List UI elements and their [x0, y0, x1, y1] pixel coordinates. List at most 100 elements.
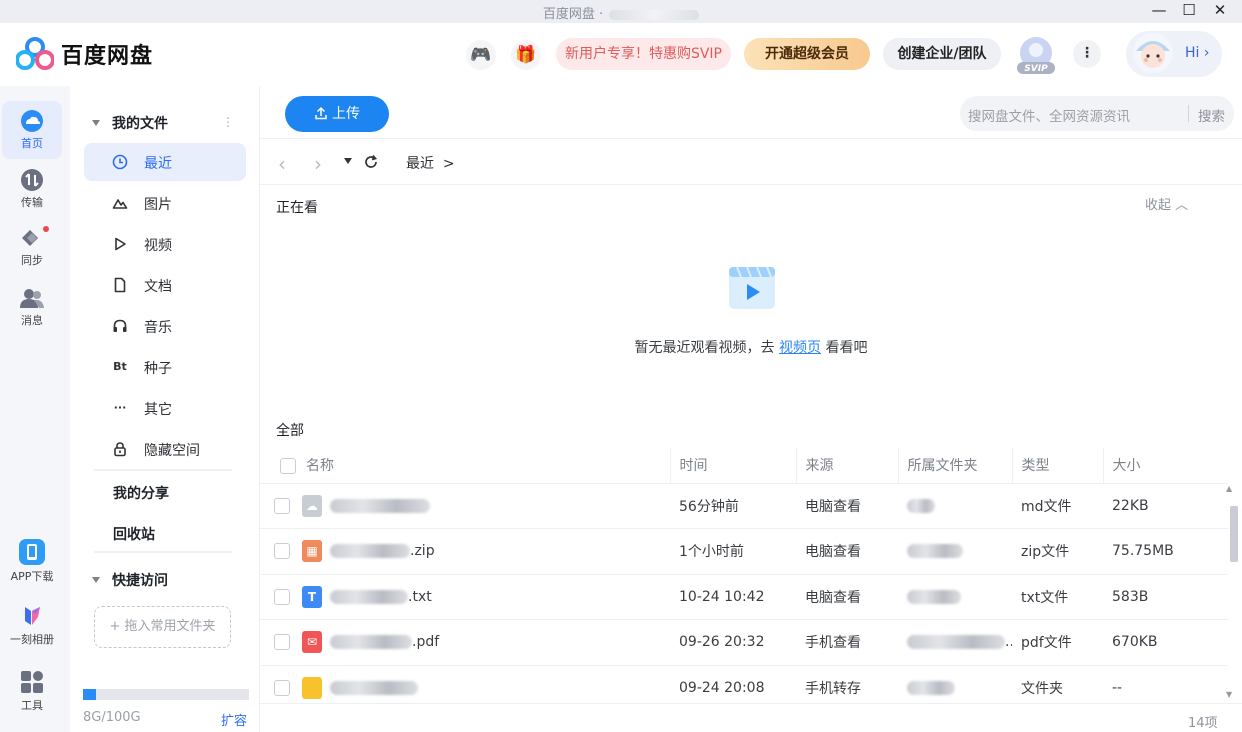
collapse-button[interactable]: 收起 ︿ — [1145, 194, 1188, 213]
close-button[interactable]: ✕ — [1205, 0, 1235, 20]
rail-label: 消息 — [21, 314, 43, 327]
row-checkbox[interactable] — [274, 680, 290, 696]
bt-icon: Bt — [113, 360, 127, 373]
greeting-text: Hi › — [1185, 45, 1210, 61]
redacted-name — [330, 544, 410, 559]
row-checkbox[interactable] — [274, 497, 290, 514]
zip-file-icon: ▦ — [302, 540, 322, 563]
collapse-triangle-icon — [92, 120, 100, 126]
row-checkbox[interactable] — [274, 543, 290, 560]
rail-item-app-download[interactable]: APP下载 — [2, 538, 62, 590]
svg-text:SVIP: SVIP — [1024, 64, 1048, 74]
expand-storage-link[interactable]: 扩容 — [221, 710, 247, 729]
storage-quota-fill — [83, 689, 97, 700]
search-box[interactable]: 搜网盘文件、全网资源资讯 搜索 — [960, 96, 1234, 131]
lock-icon — [114, 442, 126, 457]
file-type: pdf文件 — [1012, 619, 1103, 665]
sidebar-item-images[interactable]: 图片 — [84, 184, 246, 222]
table-row[interactable]: ▦ .zip 1个小时前 电脑查看 zip文件 75.75MB — [260, 528, 1228, 574]
maximize-button[interactable]: ☐ — [1174, 0, 1204, 20]
forward-arrow-icon[interactable]: › — [314, 152, 322, 176]
rail-item-transfer[interactable]: 传输 — [2, 168, 62, 218]
column-header-folder[interactable]: 所属文件夹 — [898, 448, 1013, 483]
rail-item-tools[interactable]: 工具 — [2, 669, 62, 721]
back-arrow-icon[interactable]: ‹ — [278, 152, 286, 176]
game-icon[interactable]: 🎮 — [466, 40, 496, 70]
column-header-source[interactable]: 来源 — [796, 448, 899, 483]
more-menu-icon[interactable]: ⋮ — [1073, 40, 1101, 68]
open-vip-button[interactable]: 开通超级会员 — [744, 38, 870, 70]
upload-button[interactable]: 上传 — [285, 96, 389, 132]
file-folder[interactable] — [898, 573, 1012, 620]
video-page-link[interactable]: 视频页 — [779, 340, 821, 356]
refresh-icon[interactable] — [363, 154, 379, 170]
storage-quota-bar — [83, 689, 249, 700]
breadcrumb[interactable]: 最近 > — [406, 153, 455, 173]
column-header-size[interactable]: 大小 — [1103, 448, 1228, 483]
file-source: 手机查看 — [796, 619, 898, 665]
file-source: 电脑查看 — [796, 482, 898, 529]
redacted-folder — [907, 544, 963, 559]
file-name-cell[interactable]: ☁ — [260, 482, 670, 529]
sidebar-item-recent[interactable]: 最近 — [84, 143, 246, 181]
table-row[interactable]: ✉ .pdf 09-26 20:32手机查看..pdf文件670KB — [260, 619, 1228, 665]
sidebar-item-music[interactable]: 音乐 — [84, 307, 246, 345]
rail-item-album[interactable]: 一刻相册 — [2, 603, 62, 655]
sidebar-item-documents[interactable]: 文档 — [84, 266, 246, 304]
file-folder[interactable]: .. — [898, 619, 1012, 665]
create-team-button[interactable]: 创建企业/团队 — [883, 38, 1001, 70]
row-checkbox[interactable] — [274, 588, 290, 605]
table-row[interactable]: T .txt 10-24 10:42 电脑查看 txt文件 583B — [260, 573, 1228, 620]
file-type: zip文件 — [1012, 528, 1103, 574]
gift-icon[interactable]: 🎁 — [511, 40, 541, 70]
sync-icon — [22, 230, 38, 246]
rail-label: 同步 — [21, 254, 43, 267]
row-checkbox[interactable] — [274, 634, 290, 651]
sidebar-item-hidden-space[interactable]: 隐藏空间 — [84, 430, 246, 468]
quick-access-heading[interactable]: 快捷访问 — [92, 570, 168, 590]
file-name-cell[interactable]: T .txt — [260, 573, 670, 620]
file-name-cell[interactable]: ▦ .zip — [260, 528, 670, 574]
my-files-menu-icon[interactable]: ⋮ — [222, 115, 234, 129]
sidebar-item-videos[interactable]: 视频 — [84, 225, 246, 263]
drop-folder-zone[interactable]: + 拖入常用文件夹 — [94, 606, 231, 648]
svip-badge[interactable]: SVIP — [1015, 35, 1057, 75]
file-size: 75.75MB — [1103, 528, 1228, 574]
column-header-name[interactable]: 名称 — [260, 448, 671, 483]
user-avatar-pill[interactable]: Hi › — [1126, 31, 1222, 77]
file-folder[interactable] — [898, 528, 1012, 574]
column-header-type[interactable]: 类型 — [1012, 448, 1104, 483]
window-title: 百度网盘 · — [0, 3, 1242, 22]
select-all-checkbox[interactable] — [280, 458, 296, 475]
minimize-button[interactable]: — — [1144, 0, 1174, 20]
sidebar-item-my-share[interactable]: 我的分享 — [113, 483, 169, 503]
footer-divider — [260, 703, 1242, 704]
file-folder[interactable] — [898, 482, 1012, 529]
sidebar-item-torrents[interactable]: Bt 种子 — [84, 348, 246, 386]
search-input[interactable]: 搜网盘文件、全网资源资讯 — [968, 105, 1130, 125]
search-button[interactable]: 搜索 — [1198, 105, 1225, 125]
rail-item-sync[interactable]: 同步 — [2, 226, 62, 276]
rail-item-home[interactable]: 首页 — [2, 101, 62, 159]
scroll-up-icon[interactable]: ▲ — [1226, 484, 1232, 493]
table-header-row: 名称 时间 来源 所属文件夹 类型 大小 — [260, 448, 1228, 483]
rail-label: 一刻相册 — [10, 633, 54, 646]
collapse-triangle-icon — [92, 577, 100, 583]
table-row[interactable]: ☁ 56分钟前 电脑查看 md文件 22KB — [260, 482, 1228, 529]
scroll-down-icon[interactable]: ▼ — [1226, 690, 1232, 699]
sidebar-item-other[interactable]: ··· 其它 — [84, 389, 246, 427]
rail-item-messages[interactable]: 消息 — [2, 286, 62, 336]
file-name-cell[interactable]: ✉ .pdf — [260, 619, 670, 665]
column-header-time[interactable]: 时间 — [670, 448, 797, 483]
transfer-icon — [21, 169, 43, 191]
sidebar-item-recycle-bin[interactable]: 回收站 — [113, 524, 155, 544]
redacted-folder — [907, 589, 961, 604]
history-dropdown-icon[interactable] — [344, 158, 352, 164]
rail-label: 传输 — [21, 196, 43, 209]
rail-label: 工具 — [21, 699, 43, 712]
file-time: 56分钟前 — [670, 482, 796, 529]
document-icon — [114, 277, 126, 293]
svip-promo-button[interactable]: 新用户专享！特惠购SVIP — [556, 38, 731, 70]
my-files-heading[interactable]: 我的文件 — [92, 113, 168, 133]
scrollbar-thumb[interactable] — [1230, 506, 1238, 562]
